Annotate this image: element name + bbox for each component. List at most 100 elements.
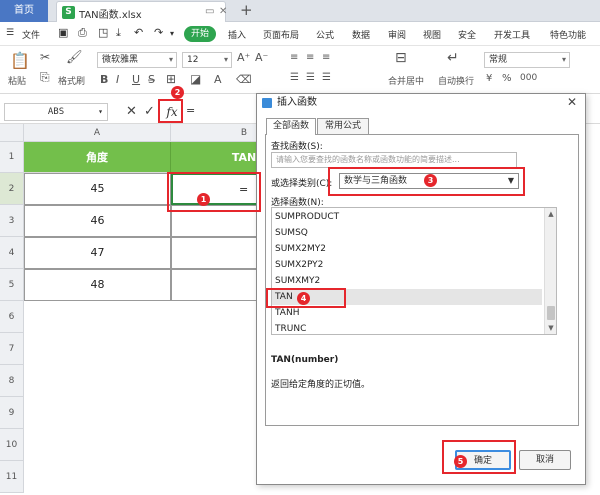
confirm-icon[interactable]: ✓: [144, 104, 155, 119]
font-size-select[interactable]: 12 ▾: [182, 52, 232, 68]
format-painter-icon[interactable]: 🖌: [66, 50, 83, 65]
menu-view[interactable]: 视图: [423, 28, 441, 41]
font-color-icon[interactable]: A: [214, 73, 222, 86]
align-middle-icon[interactable]: ≡: [306, 52, 314, 63]
column-header-a[interactable]: A: [24, 124, 171, 142]
table-cell[interactable]: 46: [24, 205, 171, 237]
percent-icon[interactable]: %: [502, 73, 512, 84]
clear-icon[interactable]: ⌫: [236, 73, 252, 86]
fill-color-icon[interactable]: ◪: [190, 72, 201, 86]
cancel-button[interactable]: 取消: [519, 450, 571, 470]
list-item[interactable]: SUMX2MY2: [272, 241, 542, 257]
table-cell[interactable]: 47: [24, 237, 171, 269]
list-item[interactable]: SUMPRODUCT: [272, 209, 542, 225]
list-item-selected[interactable]: TAN: [272, 289, 542, 305]
print-icon[interactable]: ⎙: [78, 26, 87, 40]
copy-icon[interactable]: ⎘: [40, 70, 50, 85]
font-grow-icon[interactable]: A⁺: [237, 51, 250, 64]
list-item[interactable]: SUMSQ: [272, 225, 542, 241]
row-header[interactable]: 6: [0, 301, 24, 333]
tab-file[interactable]: S TAN函数.xlsx ▭ ✕: [56, 1, 227, 22]
function-search-input[interactable]: 请输入您要查找的函数名称或函数功能的简要描述...: [271, 152, 517, 168]
function-list[interactable]: SUMPRODUCT SUMSQ SUMX2MY2 SUMX2PY2 SUMXM…: [271, 207, 557, 335]
menu-security[interactable]: 安全: [458, 28, 476, 41]
row-header[interactable]: 1: [0, 142, 24, 173]
save-icon[interactable]: ▣: [58, 26, 68, 39]
menu-insert[interactable]: 插入: [228, 28, 246, 41]
tab-common-formulas[interactable]: 常用公式: [317, 118, 369, 134]
row-header[interactable]: 11: [0, 461, 24, 493]
insert-function-button[interactable]: fx: [161, 102, 183, 122]
chevron-down-icon: ▾: [223, 55, 228, 64]
currency-icon[interactable]: ¥: [486, 73, 492, 84]
bold-icon[interactable]: B: [100, 73, 108, 86]
table-cell[interactable]: 48: [24, 269, 171, 301]
cancel-icon[interactable]: ✕: [126, 104, 137, 119]
close-icon[interactable]: ✕: [567, 95, 577, 109]
thousands-icon[interactable]: 000: [520, 73, 537, 83]
hamburger-icon[interactable]: ☰: [6, 28, 14, 38]
list-item[interactable]: TRUNC: [272, 321, 542, 334]
row-header[interactable]: 7: [0, 333, 24, 365]
merge-center-icon[interactable]: ⊟: [395, 50, 407, 66]
row-header[interactable]: 9: [0, 397, 24, 429]
italic-icon[interactable]: I: [116, 73, 119, 86]
row-header[interactable]: 2: [0, 173, 24, 205]
underline-icon[interactable]: U: [132, 73, 140, 86]
menu-review[interactable]: 审阅: [388, 28, 406, 41]
scroll-thumb[interactable]: [547, 306, 555, 320]
menu-file[interactable]: 文件: [22, 28, 40, 41]
format-painter-label[interactable]: 格式刷: [58, 74, 85, 87]
merge-center-label[interactable]: 合并居中: [388, 74, 424, 87]
list-item[interactable]: SUMXMY2: [272, 273, 542, 289]
scroll-up-icon[interactable]: ▲: [545, 208, 556, 220]
header-cell-angle[interactable]: 角度: [24, 142, 171, 173]
export-icon[interactable]: ⤓: [116, 26, 121, 40]
align-right-icon[interactable]: ☰: [322, 72, 331, 83]
redo-icon[interactable]: ↷: [154, 26, 163, 39]
row-header[interactable]: 4: [0, 237, 24, 269]
preview-icon[interactable]: ◳: [98, 26, 108, 39]
table-cell[interactable]: 45: [24, 173, 171, 205]
menu-data[interactable]: 数据: [352, 28, 370, 41]
menu-start[interactable]: 开始: [184, 26, 216, 42]
tab-home[interactable]: 首页: [0, 0, 48, 22]
list-item[interactable]: SUMX2PY2: [272, 257, 542, 273]
row-header[interactable]: 5: [0, 269, 24, 301]
border-icon[interactable]: ⊞: [166, 72, 176, 86]
list-item[interactable]: TANH: [272, 305, 542, 321]
wrap-text-icon[interactable]: ↵: [447, 50, 459, 66]
menu-special[interactable]: 特色功能: [550, 28, 586, 41]
row-header[interactable]: 10: [0, 429, 24, 461]
paste-icon[interactable]: 📋: [10, 51, 30, 70]
step-badge-1: 1: [197, 193, 210, 206]
row-header[interactable]: 3: [0, 205, 24, 237]
align-top-icon[interactable]: ≡: [290, 52, 298, 63]
row-header[interactable]: 8: [0, 365, 24, 397]
name-box[interactable]: ABS ▾: [4, 103, 108, 121]
list-scrollbar[interactable]: ▲ ▼: [544, 208, 556, 334]
more-icon[interactable]: ▾: [170, 29, 174, 38]
menu-formula[interactable]: 公式: [316, 28, 334, 41]
paste-label[interactable]: 粘贴: [8, 74, 26, 87]
align-bottom-icon[interactable]: ≡: [322, 52, 330, 63]
undo-icon[interactable]: ↶: [134, 26, 143, 39]
menu-page-layout[interactable]: 页面布局: [263, 28, 299, 41]
window-icon[interactable]: ▭: [205, 6, 214, 17]
strikethrough-icon[interactable]: S̶: [148, 73, 155, 86]
align-center-icon[interactable]: ☰: [306, 72, 315, 83]
scroll-down-icon[interactable]: ▼: [545, 322, 556, 334]
cut-icon[interactable]: ✂: [40, 50, 50, 64]
new-tab-button[interactable]: +: [240, 1, 253, 19]
number-format-select[interactable]: 常规 ▾: [484, 52, 570, 68]
align-left-icon[interactable]: ☰: [290, 72, 299, 83]
formula-input[interactable]: =: [186, 104, 195, 117]
number-format-value: 常规: [489, 55, 508, 65]
font-shrink-icon[interactable]: A⁻: [255, 51, 268, 64]
wrap-text-label[interactable]: 自动换行: [438, 74, 474, 87]
select-all-corner[interactable]: [0, 124, 24, 142]
menu-developer[interactable]: 开发工具: [494, 28, 530, 41]
close-tab-icon[interactable]: ✕: [219, 6, 227, 17]
tab-all-functions[interactable]: 全部函数: [266, 118, 316, 135]
font-name-select[interactable]: 微软雅黑 ▾: [97, 52, 177, 68]
